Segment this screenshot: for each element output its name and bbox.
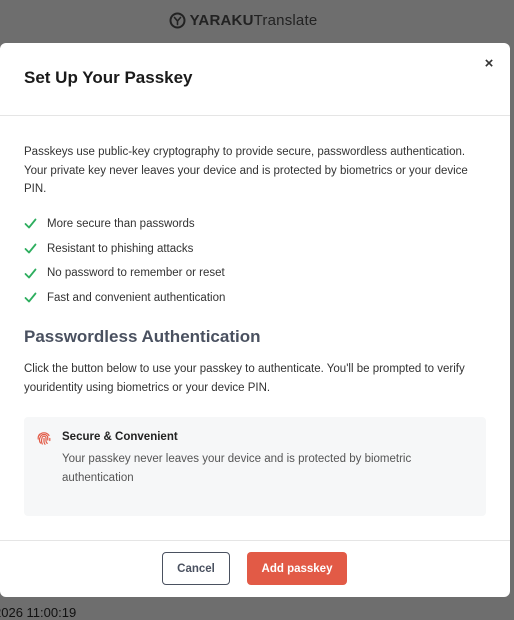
check-icon — [24, 293, 37, 303]
brand: YARAKUTranslate — [169, 12, 318, 29]
check-icon — [24, 243, 37, 254]
app-header: YARAKUTranslate — [0, 0, 514, 40]
modal-body: Passkeys use public-key cryptography to … — [0, 143, 510, 517]
feature-item: More secure than passwords — [24, 212, 486, 237]
modal-header: Set Up Your Passkey × — [0, 43, 510, 116]
info-card-description: Your passkey never leaves your device an… — [62, 453, 412, 484]
check-icon — [24, 218, 37, 229]
fingerprint-icon — [37, 432, 51, 446]
feature-label: More secure than passwords — [47, 217, 195, 230]
feature-label: Resistant to phishing attacks — [47, 242, 194, 255]
section-description: Click the button below to use your passk… — [24, 363, 465, 394]
feature-label: No password to remember or reset — [47, 267, 225, 280]
check-icon — [24, 268, 37, 279]
section-title: Passwordless Authentication — [24, 327, 261, 347]
modal-title: Set Up Your Passkey — [24, 68, 193, 87]
close-icon[interactable]: × — [480, 55, 498, 73]
yaraku-logo-icon — [169, 12, 186, 28]
feature-item: Resistant to phishing attacks — [24, 236, 486, 261]
cancel-button[interactable]: Cancel — [162, 552, 230, 585]
backdrop-timestamp: 2026 11:00:19 — [0, 605, 77, 620]
feature-list: More secure than passwords Resistant to … — [24, 212, 486, 311]
intro-text: Passkeys use public-key cryptography to … — [24, 146, 468, 195]
add-passkey-button[interactable]: Add passkey — [247, 552, 347, 585]
modal-footer: Cancel Add passkey — [0, 540, 510, 597]
info-card: Secure & Convenient Your passkey never l… — [24, 417, 486, 517]
brand-name: YARAKUTranslate — [189, 11, 318, 29]
feature-label: Fast and convenient authentication — [47, 291, 226, 304]
feature-item: Fast and convenient authentication — [24, 286, 486, 311]
info-card-title: Secure & Convenient — [62, 431, 178, 444]
passkey-modal: Set Up Your Passkey × Passkeys use publi… — [0, 43, 510, 597]
feature-item: No password to remember or reset — [24, 261, 486, 286]
